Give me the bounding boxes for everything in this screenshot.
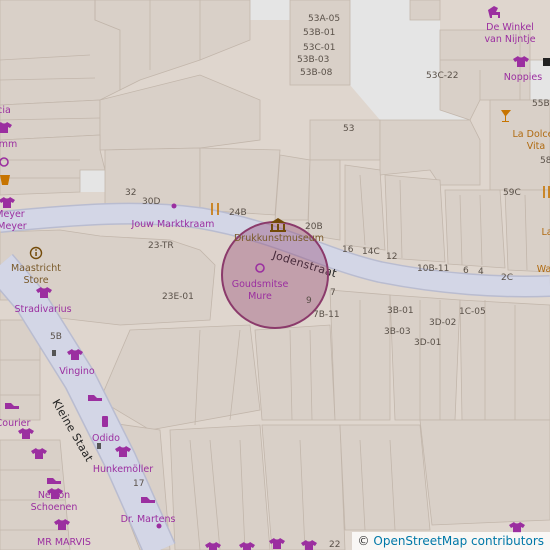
house-number: 53B-03 bbox=[297, 55, 329, 65]
house-number: 16 bbox=[342, 245, 354, 255]
partial-la-label: La bbox=[541, 227, 550, 238]
hunkemoller-label: Hunkemöller bbox=[93, 464, 153, 475]
partial-mm-label: mm bbox=[0, 139, 17, 150]
house-number: 20B bbox=[305, 222, 323, 232]
partial-cia-label: cia bbox=[0, 105, 11, 116]
waste-basket-icon bbox=[52, 350, 56, 356]
odido-label: Odido bbox=[92, 433, 120, 444]
stradivarius-label: Stradivarius bbox=[14, 304, 71, 315]
shop-dot-icon bbox=[171, 203, 177, 209]
jouw-marktkraam-label: Jouw Marktkraam bbox=[131, 219, 215, 230]
dr-martens-label: Dr. Martens bbox=[121, 514, 176, 525]
house-number: 59C bbox=[503, 188, 521, 198]
house-number: 23-TR bbox=[148, 241, 174, 251]
house-number: 3D-02 bbox=[429, 318, 456, 328]
house-number: 4 bbox=[478, 267, 484, 277]
map-canvas[interactable]: Jodenstraat Kleine Staat 53A-05 53B-01 5… bbox=[0, 0, 550, 550]
house-number: 7 bbox=[330, 288, 336, 298]
nelson-label: Nelson bbox=[38, 490, 70, 501]
house-number: 55B bbox=[532, 99, 550, 109]
house-number: 30D bbox=[142, 197, 160, 207]
house-number: 10B-11 bbox=[417, 264, 449, 274]
house-number: 53B-01 bbox=[303, 28, 335, 38]
toolbox-icon bbox=[543, 58, 550, 66]
nelson-label-line2: Schoenen bbox=[31, 502, 78, 513]
phone-shop-icon bbox=[102, 416, 108, 427]
house-number: 7B-11 bbox=[313, 310, 340, 320]
courier-label: Courier bbox=[0, 418, 30, 429]
house-number: 53A-05 bbox=[308, 14, 340, 24]
house-number: 17 bbox=[133, 479, 144, 489]
meyer-label: Meyer bbox=[0, 209, 25, 220]
house-number: 3D-01 bbox=[414, 338, 441, 348]
house-number: 5B bbox=[50, 332, 62, 342]
attribution-link[interactable]: OpenStreetMap contributors bbox=[373, 534, 544, 548]
map-attribution: © OpenStreetMap contributors bbox=[351, 532, 550, 550]
noppies-label: Noppies bbox=[504, 72, 542, 83]
de-winkel-label: De Winkel bbox=[486, 22, 534, 33]
house-number: 53B-08 bbox=[300, 68, 333, 78]
meyer-label-line2: Meyer bbox=[0, 221, 27, 232]
house-number: 14C bbox=[362, 247, 380, 257]
drukkunstmuseum-label: Drukkunstmuseum bbox=[234, 233, 324, 244]
house-number: 3B-01 bbox=[387, 306, 414, 316]
house-number: 1C-05 bbox=[459, 307, 486, 317]
house-number: 24B bbox=[229, 208, 247, 218]
maastricht-store-label-line2: Store bbox=[23, 275, 48, 286]
house-number: 2C bbox=[501, 273, 513, 283]
la-dolce-label: La Dolce bbox=[513, 129, 550, 140]
house-number: 22 bbox=[329, 540, 340, 550]
house-number: 3B-03 bbox=[384, 327, 411, 337]
house-number: 12 bbox=[386, 252, 397, 262]
attribution-prefix: © bbox=[357, 534, 374, 548]
house-number: 53 bbox=[343, 124, 354, 134]
maastricht-store-label: Maastricht bbox=[11, 263, 61, 274]
house-number: 58 bbox=[540, 156, 550, 166]
mr-marvis-label: MR MARVIS bbox=[37, 537, 91, 548]
de-winkel-label-line2: van Nijntje bbox=[484, 34, 535, 45]
house-number: 6 bbox=[463, 266, 469, 276]
house-number: 9 bbox=[306, 296, 312, 306]
house-number: 53C-01 bbox=[303, 43, 335, 53]
partial-wa-label: Wa bbox=[537, 264, 550, 275]
house-number: 23E-01 bbox=[162, 292, 194, 302]
vingino-label: Vingino bbox=[59, 366, 95, 377]
map-view[interactable]: Jodenstraat Kleine Staat 53A-05 53B-01 5… bbox=[0, 0, 550, 550]
house-number: 53C-22 bbox=[426, 71, 458, 81]
goudsmitse-label: Goudsmitse bbox=[232, 279, 289, 290]
house-number: 32 bbox=[125, 188, 136, 198]
la-dolce-label-line2: Vita bbox=[527, 141, 545, 152]
goudsmitse-label-line2: Mure bbox=[248, 291, 272, 302]
